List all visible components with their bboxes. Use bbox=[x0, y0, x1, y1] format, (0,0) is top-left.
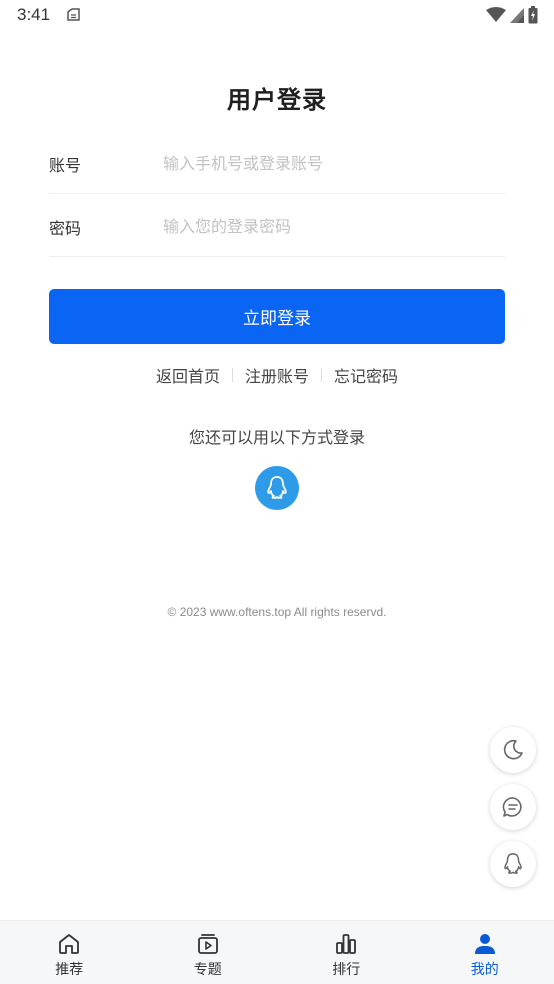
nav-label: 我的 bbox=[470, 962, 499, 978]
copyright: © 2023 www.oftens.top All rights reservd… bbox=[167, 605, 387, 619]
account-row: 账号 bbox=[49, 131, 505, 194]
nav-label: 排行 bbox=[332, 962, 361, 978]
qq-icon bbox=[504, 853, 522, 874]
video-icon bbox=[197, 934, 218, 954]
nav-item-recommend[interactable]: 推荐 bbox=[0, 921, 139, 984]
signal-icon bbox=[510, 8, 524, 23]
home-icon bbox=[59, 934, 80, 954]
qq-contact-button[interactable] bbox=[490, 841, 536, 887]
chat-icon bbox=[502, 797, 522, 817]
forgot-password-link[interactable]: 忘记密码 bbox=[322, 363, 410, 387]
status-time: 3:41 bbox=[17, 5, 51, 24]
register-link[interactable]: 注册账号 bbox=[233, 363, 321, 387]
user-icon bbox=[474, 934, 495, 954]
auth-links: 返回首页 注册账号 忘记密码 bbox=[0, 363, 554, 387]
bottom-nav: 推荐 专题 排行 我的 bbox=[0, 920, 554, 984]
nav-item-ranking[interactable]: 排行 bbox=[277, 921, 416, 984]
page-title: 用户登录 bbox=[227, 86, 327, 114]
status-bar: 3:41 bbox=[0, 0, 554, 32]
battery-icon bbox=[528, 6, 538, 24]
status-icons bbox=[486, 6, 538, 24]
dark-mode-button[interactable] bbox=[490, 727, 536, 773]
login-button[interactable]: 立即登录 bbox=[49, 289, 505, 344]
nav-label: 专题 bbox=[193, 962, 222, 978]
password-input[interactable] bbox=[163, 208, 493, 244]
nav-item-mine[interactable]: 我的 bbox=[416, 921, 554, 984]
rank-icon bbox=[336, 934, 357, 954]
back-home-link[interactable]: 返回首页 bbox=[144, 363, 232, 387]
account-label: 账号 bbox=[49, 156, 82, 175]
nav-label: 推荐 bbox=[55, 962, 84, 978]
qq-icon bbox=[267, 476, 287, 499]
nav-item-topics[interactable]: 专题 bbox=[139, 921, 278, 984]
account-input[interactable] bbox=[163, 145, 493, 181]
qq-login-button[interactable] bbox=[255, 466, 299, 510]
moon-icon bbox=[503, 739, 523, 760]
password-row: 密码 bbox=[49, 194, 505, 257]
password-label: 密码 bbox=[49, 219, 82, 238]
notification-icon bbox=[67, 8, 80, 21]
wifi-icon bbox=[486, 7, 506, 22]
feedback-button[interactable] bbox=[490, 784, 536, 830]
alt-login-text: 您还可以用以下方式登录 bbox=[188, 428, 365, 447]
